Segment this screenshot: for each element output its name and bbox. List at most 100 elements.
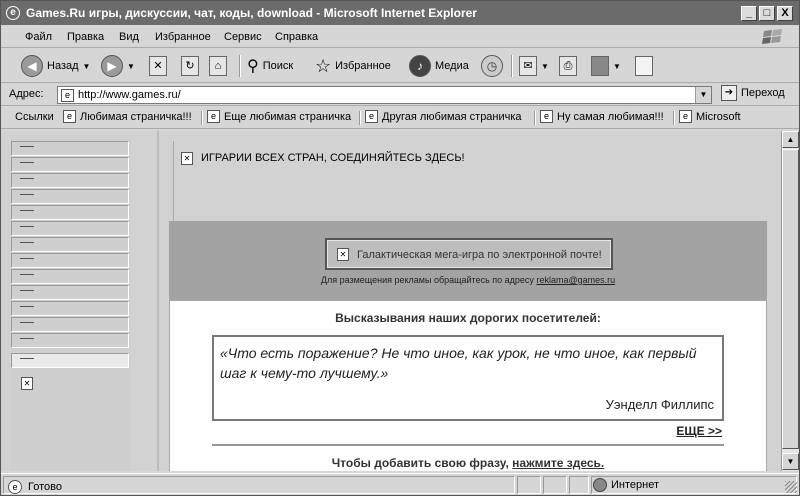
media-icon: ♪	[409, 55, 431, 77]
status-bar: e Готово Интернет	[1, 473, 799, 495]
edit-icon	[591, 56, 609, 76]
link-item[interactable]: e Microsoft	[679, 110, 741, 123]
nav-item[interactable]	[11, 237, 129, 252]
scroll-down-icon[interactable]: ▼	[782, 453, 799, 470]
nav-item[interactable]	[11, 353, 129, 368]
nav-item[interactable]	[11, 141, 129, 156]
menu-tools[interactable]: Сервис	[224, 31, 262, 43]
chevron-down-icon: ▼	[127, 61, 135, 71]
status-cell	[569, 476, 589, 494]
history-icon: ◷	[481, 55, 503, 77]
top-banner: ✕ ИГРАРИИ ВСЕХ СТРАН, СОЕДИНЯЙТЕСЬ ЗДЕСЬ…	[173, 141, 763, 221]
toolbar-separator	[511, 55, 513, 77]
chevron-down-icon: ▼	[613, 61, 621, 71]
nav-item[interactable]	[11, 253, 129, 268]
nav-item[interactable]	[11, 333, 129, 348]
refresh-button[interactable]: ↻	[181, 53, 199, 79]
nav-bullet	[20, 306, 34, 307]
ad-email-link[interactable]: reklama@games.ru	[536, 275, 615, 285]
broken-image-icon: ✕	[21, 377, 33, 390]
left-nav-frame: ✕	[11, 139, 131, 471]
page-icon: e	[365, 110, 378, 123]
menu-view[interactable]: Вид	[119, 31, 139, 43]
more-quotes-link[interactable]: ЕЩЕ >>	[676, 424, 722, 438]
go-label: Переход	[741, 87, 785, 99]
toolbar-separator	[239, 55, 241, 77]
discuss-button[interactable]	[635, 53, 653, 79]
print-button[interactable]: ⎙	[559, 53, 577, 79]
link-label: Ну самая любимая!!!	[557, 110, 664, 123]
links-separator	[673, 111, 675, 125]
quote-text: «Что есть поражение? Не что иное, как ур…	[220, 345, 697, 381]
edit-button[interactable]: ▼	[591, 53, 621, 79]
maximize-button[interactable]: □	[759, 6, 775, 21]
close-button[interactable]: X	[777, 6, 793, 21]
add-phrase-link[interactable]: нажмите здесь.	[512, 456, 604, 470]
nav-item[interactable]	[11, 205, 129, 220]
nav-item[interactable]	[11, 157, 129, 172]
back-button[interactable]: ◀ Назад ▼	[21, 53, 90, 79]
nav-bullet	[20, 338, 34, 339]
scroll-up-icon[interactable]: ▲	[782, 131, 799, 148]
ad-block: ✕ Галактическая мега-игра по электронной…	[169, 221, 767, 301]
nav-item[interactable]	[11, 173, 129, 188]
nav-item[interactable]	[11, 221, 129, 236]
nav-item[interactable]	[11, 269, 129, 284]
menu-help[interactable]: Справка	[275, 31, 318, 43]
home-icon: ⌂	[209, 56, 227, 76]
favorites-button[interactable]: ☆ Избранное	[315, 53, 391, 79]
link-item[interactable]: e Другая любимая страничка	[365, 110, 522, 123]
nav-item[interactable]	[11, 285, 129, 300]
menu-favorites[interactable]: Избранное	[155, 31, 211, 43]
back-label: Назад	[47, 60, 79, 72]
menu-edit[interactable]: Правка	[67, 31, 104, 43]
minimize-button[interactable]: _	[741, 6, 757, 21]
resize-grip-icon[interactable]	[785, 481, 797, 493]
quote-box: «Что есть поражение? Не что иное, как ур…	[212, 335, 724, 421]
stop-button[interactable]: ✕	[149, 53, 167, 79]
link-item[interactable]: e Любимая страничка!!!	[63, 110, 192, 123]
address-input[interactable]: e http://www.games.ru/ ▼	[57, 86, 712, 104]
history-button[interactable]: ◷	[481, 53, 503, 79]
go-button[interactable]: ➔ Переход	[721, 85, 785, 101]
link-item[interactable]: e Ну самая любимая!!!	[540, 110, 664, 123]
ad-banner-button[interactable]: ✕ Галактическая мега-игра по электронной…	[325, 238, 613, 270]
status-main-cell: e Готово	[3, 476, 515, 494]
add-phrase-line: Чтобы добавить свою фразу, нажмите здесь…	[170, 456, 766, 470]
quote-author: Уэнделл Филлипс	[605, 397, 714, 412]
links-separator	[534, 111, 536, 125]
media-button[interactable]: ♪ Медиа	[409, 53, 469, 79]
nav-item[interactable]	[11, 317, 129, 332]
printer-icon: ⎙	[559, 56, 577, 76]
standard-toolbar: ◀ Назад ▼ ▶ ▼ ✕ ↻ ⌂ ⚲ Поиск ☆ Избранное …	[1, 49, 799, 83]
discuss-icon	[635, 56, 653, 76]
chevron-down-icon: ▼	[82, 61, 91, 71]
chevron-down-icon: ▼	[541, 61, 549, 71]
nav-item[interactable]	[11, 301, 129, 316]
search-button[interactable]: ⚲ Поиск	[247, 53, 293, 79]
windows-logo-icon	[762, 29, 782, 44]
nav-item[interactable]	[11, 189, 129, 204]
menu-file[interactable]: Файл	[25, 31, 52, 43]
ad-note-text: Для размещения рекламы обращайтесь по ад…	[320, 275, 534, 285]
mail-button[interactable]: ✉ ▼	[519, 53, 549, 79]
page-icon: e	[679, 110, 692, 123]
ad-banner-text: Галактическая мега-игра по электронной п…	[357, 249, 602, 261]
go-arrow-icon: ➔	[721, 85, 737, 101]
quotes-section: Высказывания наших дорогих посетителей: …	[169, 301, 767, 471]
chevron-down-icon[interactable]: ▼	[695, 87, 711, 103]
stop-icon: ✕	[149, 56, 167, 76]
forward-button[interactable]: ▶ ▼	[101, 53, 135, 79]
link-label: Microsoft	[696, 110, 741, 123]
mail-icon: ✉	[519, 56, 537, 76]
nav-bullet	[20, 178, 34, 179]
scroll-thumb[interactable]	[782, 149, 799, 449]
status-cell	[517, 476, 541, 494]
link-item[interactable]: e Еще любимая страничка	[207, 110, 351, 123]
home-button[interactable]: ⌂	[209, 53, 227, 79]
vertical-scrollbar[interactable]: ▲ ▼	[781, 131, 799, 471]
page-viewport: ✕ ✕ ИГРАРИИ ВСЕХ СТРАН, СОЕДИНЯЙТЕСЬ ЗДЕ…	[1, 131, 781, 471]
window-title: Games.Ru игры, дискуссии, чат, коды, dow…	[26, 6, 477, 20]
links-separator	[201, 111, 203, 125]
links-label: Ссылки	[15, 111, 54, 123]
